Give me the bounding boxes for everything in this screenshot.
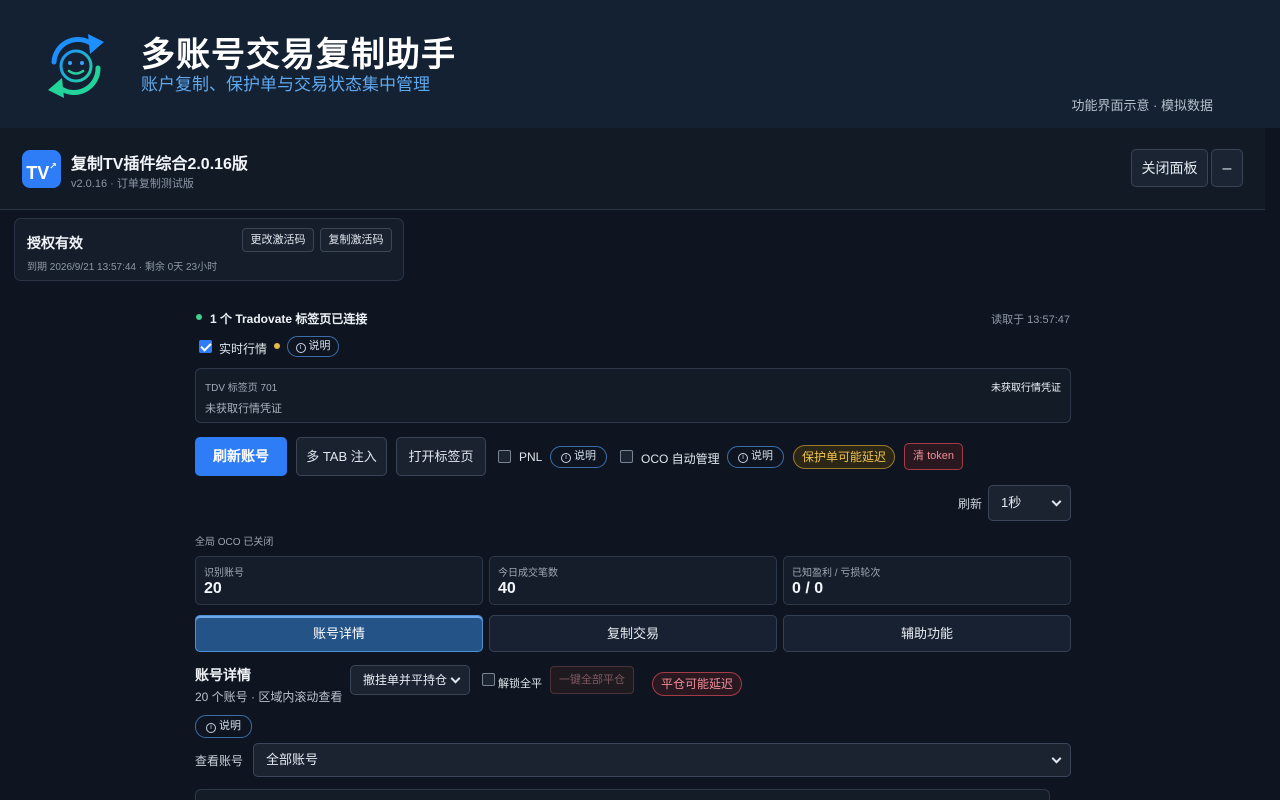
minimize-button[interactable]: –: [1211, 149, 1243, 187]
stat-card-win-loss: 已知盈利 / 亏损轮次 0 / 0: [783, 556, 1071, 605]
panel-version: v2.0.16 · 订单复制测试版: [71, 178, 194, 190]
view-account-select[interactable]: 全部账号: [253, 743, 1071, 777]
info-icon: i: [295, 343, 306, 353]
banner-note: 功能界面示意 · 模拟数据: [1071, 98, 1213, 113]
banner-title: 多账号交易复制助手: [141, 36, 456, 74]
tab-account-details[interactable]: 账号详情: [195, 615, 483, 652]
oco-checkbox[interactable]: [620, 450, 633, 463]
tv-app-icon: TV↗: [22, 150, 61, 188]
tab-auxiliary[interactable]: 辅助功能: [783, 615, 1071, 652]
chevron-down-icon: [1051, 753, 1062, 764]
connection-status: 1 个 Tradovate 标签页已连接: [210, 312, 368, 326]
top-banner: 多账号交易复制助手 账户复制、保护单与交易状态集中管理 功能界面示意 · 模拟数…: [0, 0, 1280, 128]
connected-dot-icon: [196, 314, 202, 320]
info-icon: i: [206, 723, 216, 733]
view-account-label: 查看账号: [195, 754, 244, 768]
license-expiry: 到期 2026/9/21 13:57:44 · 剩余 0天 23小时: [27, 262, 218, 273]
tdv-tab-card: TDV 标签页 701 未获取行情凭证 未获取行情凭证: [195, 368, 1071, 423]
pnl-label: PNL: [519, 450, 543, 464]
license-status: 授权有效: [27, 235, 83, 251]
realtime-checkbox[interactable]: [199, 340, 212, 353]
oco-info-button[interactable]: i 说明: [727, 446, 784, 468]
change-activation-button[interactable]: 更改激活码: [242, 228, 314, 252]
sync-logo-icon: [48, 34, 104, 98]
stat-label: 识别账号: [204, 568, 244, 579]
tab-copy-trading[interactable]: 复制交易: [489, 615, 777, 652]
pnl-checkbox[interactable]: [498, 450, 511, 463]
chevron-down-icon: [1051, 496, 1062, 507]
oco-global-status: 全局 OCO 已关闭: [195, 537, 274, 548]
section-title: 账号详情: [195, 667, 251, 683]
scrollbar[interactable]: [1265, 128, 1280, 800]
stat-card-trades: 今日成交笔数 40: [489, 556, 777, 605]
stat-value: 40: [498, 580, 516, 597]
read-time: 读取于 13:57:47: [991, 314, 1070, 326]
pnl-info-button[interactable]: i 说明: [550, 446, 607, 468]
clear-token-button[interactable]: 清 token: [904, 443, 963, 470]
stat-value: 0 / 0: [792, 580, 824, 597]
stat-label: 已知盈利 / 亏损轮次: [792, 568, 881, 579]
section-subtitle: 20 个账号 · 区域内滚动查看: [195, 690, 343, 704]
protect-delay-badge: 保护单可能延迟: [793, 445, 895, 469]
stat-value: 20: [204, 580, 222, 597]
tdv-credential-status: 未获取行情凭证: [991, 383, 1061, 394]
refresh-label: 刷新: [958, 497, 983, 511]
close-delay-badge: 平仓可能延迟: [652, 672, 742, 696]
refresh-interval-select[interactable]: 1秒: [988, 485, 1071, 521]
oco-label: OCO 自动管理: [641, 452, 720, 466]
refresh-accounts-button[interactable]: 刷新账号: [195, 437, 287, 476]
realtime-info-button[interactable]: i 说明: [287, 336, 339, 357]
open-tab-button[interactable]: 打开标签页: [396, 437, 486, 476]
account-info-button[interactable]: i 说明: [195, 715, 252, 738]
account-list-container: [195, 789, 1050, 800]
unlock-close-all-checkbox[interactable]: [482, 673, 495, 686]
unlock-close-all-label: 解锁全平: [498, 678, 542, 690]
stat-card-accounts: 识别账号 20: [195, 556, 483, 605]
close-panel-button[interactable]: 关闭面板: [1131, 149, 1208, 187]
cancel-mode-select[interactable]: 撤挂单并平持仓: [350, 665, 470, 695]
info-icon: i: [561, 453, 571, 463]
panel-title: 复制TV插件综合2.0.16版: [71, 156, 248, 173]
realtime-status-dot-icon: [274, 343, 280, 349]
chevron-down-icon: [450, 673, 461, 684]
banner-subtitle: 账户复制、保护单与交易状态集中管理: [141, 75, 430, 94]
tdv-message: 未获取行情凭证: [205, 403, 282, 415]
panel-header: TV↗ 复制TV插件综合2.0.16版 v2.0.16 · 订单复制测试版 关闭…: [0, 128, 1265, 210]
realtime-label: 实时行情: [219, 342, 268, 356]
copy-activation-button[interactable]: 复制激活码: [320, 228, 392, 252]
multi-tab-inject-button[interactable]: 多 TAB 注入: [296, 437, 387, 476]
license-card: 授权有效 到期 2026/9/21 13:57:44 · 剩余 0天 23小时 …: [14, 218, 404, 281]
stat-label: 今日成交笔数: [498, 568, 558, 579]
info-icon: i: [738, 453, 748, 463]
tdv-tab-label: TDV 标签页 701: [205, 383, 278, 394]
close-all-button[interactable]: 一键全部平仓: [550, 666, 634, 694]
